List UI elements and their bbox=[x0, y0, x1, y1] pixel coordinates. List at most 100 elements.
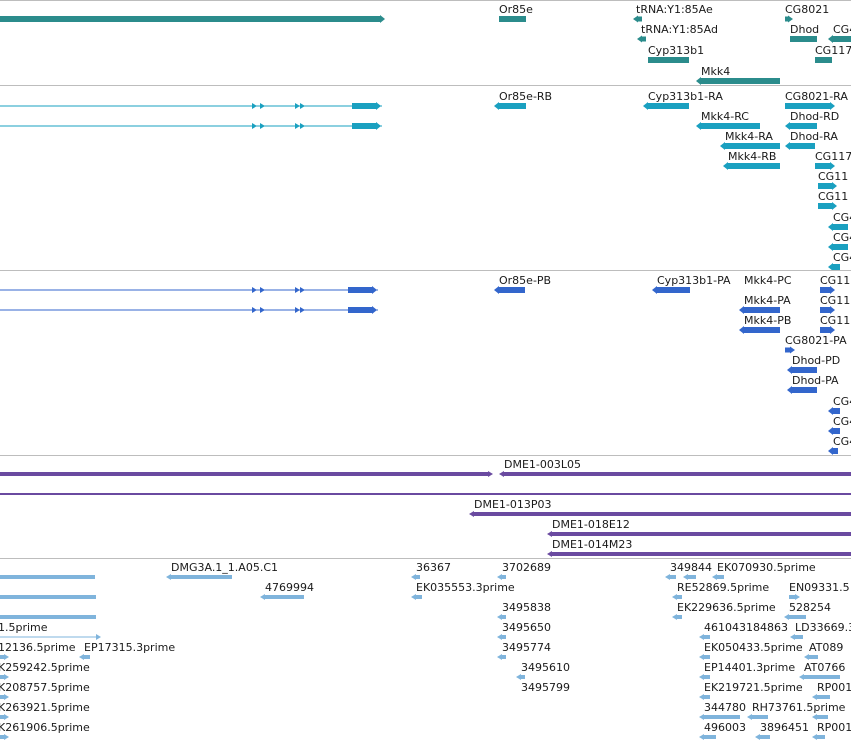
feature-glyph[interactable] bbox=[785, 142, 815, 150]
feature-glyph[interactable] bbox=[0, 102, 382, 110]
feature-label[interactable]: 4769994 bbox=[265, 581, 314, 594]
feature-glyph[interactable] bbox=[469, 511, 851, 517]
feature-label[interactable]: Cyp313b1-PA bbox=[657, 274, 731, 287]
feature-glyph[interactable] bbox=[789, 594, 800, 600]
feature-glyph[interactable] bbox=[0, 493, 851, 495]
feature-glyph[interactable] bbox=[785, 102, 835, 110]
feature-label[interactable]: CG4 bbox=[833, 435, 851, 448]
feature-glyph[interactable] bbox=[499, 471, 851, 477]
feature-glyph[interactable] bbox=[828, 243, 848, 251]
feature-label[interactable]: Mkk4-PA bbox=[744, 294, 791, 307]
feature-glyph[interactable] bbox=[699, 674, 710, 680]
genome-browser-viewport[interactable]: Or85e tRNA:Y1:85Ae CG8021 tRNA:Y1:85Ad Dhod C… bbox=[0, 0, 851, 743]
feature-glyph[interactable] bbox=[0, 694, 9, 700]
feature-label[interactable]: Mkk4-RC bbox=[701, 110, 749, 123]
feature-glyph[interactable] bbox=[739, 306, 780, 314]
feature-label[interactable]: Or85e-PB bbox=[499, 274, 551, 287]
feature-label[interactable]: Dhod-PD bbox=[792, 354, 840, 367]
feature-glyph[interactable] bbox=[818, 202, 837, 210]
feature-glyph[interactable] bbox=[723, 162, 780, 170]
feature-glyph[interactable] bbox=[815, 162, 835, 170]
feature-label[interactable]: 1.5prime bbox=[0, 621, 48, 634]
feature-label[interactable]: DME1-003L05 bbox=[504, 458, 581, 471]
feature-glyph[interactable] bbox=[79, 654, 90, 660]
feature-label[interactable]: RP001 bbox=[817, 681, 851, 694]
feature-glyph[interactable] bbox=[497, 634, 506, 640]
feature-label[interactable]: 3495610 bbox=[521, 661, 570, 674]
feature-label[interactable]: CG8021-RA bbox=[785, 90, 848, 103]
feature-glyph[interactable] bbox=[652, 286, 690, 294]
feature-glyph[interactable] bbox=[0, 306, 378, 314]
feature-label[interactable]: Or85e bbox=[499, 3, 533, 16]
feature-label[interactable]: 528254 bbox=[789, 601, 831, 614]
feature-glyph[interactable] bbox=[785, 15, 793, 23]
feature-glyph[interactable] bbox=[699, 714, 740, 720]
feature-label[interactable]: EN09331.5 bbox=[789, 581, 850, 594]
feature-glyph[interactable] bbox=[494, 286, 525, 294]
feature-label[interactable]: CG11 bbox=[820, 274, 850, 287]
feature-label[interactable]: EK070930.5prime bbox=[717, 561, 816, 574]
feature-glyph[interactable] bbox=[790, 634, 803, 640]
feature-label[interactable]: 3702689 bbox=[502, 561, 551, 574]
feature-glyph[interactable] bbox=[633, 15, 642, 23]
feature-glyph[interactable] bbox=[785, 122, 817, 130]
feature-label[interactable]: 36367 bbox=[416, 561, 451, 574]
feature-label[interactable]: 344780 bbox=[704, 701, 746, 714]
feature-label[interactable]: CG11 bbox=[820, 314, 850, 327]
feature-label[interactable]: Dhod-RD bbox=[790, 110, 839, 123]
feature-glyph[interactable] bbox=[0, 654, 9, 660]
feature-label[interactable]: CG4 bbox=[833, 251, 851, 264]
feature-glyph[interactable] bbox=[516, 674, 525, 680]
feature-glyph[interactable] bbox=[0, 714, 9, 720]
feature-glyph[interactable] bbox=[0, 15, 385, 23]
feature-label[interactable]: CG4 bbox=[833, 23, 851, 36]
feature-glyph[interactable] bbox=[497, 574, 506, 580]
feature-label[interactable]: EK050433.5prime bbox=[704, 641, 803, 654]
feature-glyph[interactable] bbox=[828, 447, 838, 455]
feature-glyph[interactable] bbox=[411, 594, 422, 600]
feature-label[interactable]: 496003 bbox=[704, 721, 746, 734]
feature-glyph[interactable] bbox=[828, 407, 840, 415]
feature-label[interactable]: RE52869.5prime bbox=[677, 581, 769, 594]
feature-label[interactable]: Dhod bbox=[790, 23, 819, 36]
feature-glyph[interactable] bbox=[672, 594, 682, 600]
feature-label[interactable]: CG4 bbox=[833, 415, 851, 428]
feature-glyph[interactable] bbox=[665, 574, 676, 580]
feature-label[interactable]: tRNA:Y1:85Ae bbox=[636, 3, 713, 16]
feature-label[interactable]: CG11 bbox=[818, 190, 848, 203]
feature-glyph[interactable] bbox=[260, 594, 304, 600]
feature-label[interactable]: K208757.5prime bbox=[0, 681, 90, 694]
feature-label[interactable]: Mkk4 bbox=[701, 65, 730, 78]
feature-glyph[interactable] bbox=[0, 574, 95, 580]
feature-label[interactable]: 461043184863 bbox=[704, 621, 788, 634]
feature-glyph[interactable] bbox=[812, 694, 830, 700]
feature-label[interactable]: Cyp313b1 bbox=[648, 44, 704, 57]
feature-glyph[interactable] bbox=[683, 574, 696, 580]
feature-label[interactable]: Dhod-RA bbox=[790, 130, 838, 143]
feature-label[interactable]: EK219721.5prime bbox=[704, 681, 803, 694]
feature-glyph[interactable] bbox=[699, 734, 716, 740]
feature-glyph[interactable] bbox=[799, 674, 840, 680]
feature-label[interactable]: 3495838 bbox=[502, 601, 551, 614]
feature-glyph[interactable] bbox=[747, 714, 768, 720]
feature-label[interactable]: AT0766 bbox=[804, 661, 845, 674]
feature-glyph[interactable] bbox=[804, 654, 818, 660]
feature-label[interactable]: CG4 bbox=[833, 395, 851, 408]
feature-glyph[interactable] bbox=[637, 35, 646, 43]
feature-glyph[interactable] bbox=[812, 734, 825, 740]
feature-glyph[interactable] bbox=[547, 531, 851, 537]
feature-glyph[interactable] bbox=[0, 734, 9, 740]
feature-label[interactable]: RH73761.5prime bbox=[752, 701, 845, 714]
feature-label[interactable]: K261906.5prime bbox=[0, 721, 90, 734]
feature-glyph[interactable] bbox=[166, 574, 232, 580]
feature-glyph[interactable] bbox=[0, 634, 101, 640]
feature-label[interactable]: Mkk4-PC bbox=[744, 274, 792, 287]
feature-label[interactable]: DMG3A.1_1.A05.C1 bbox=[171, 561, 278, 574]
feature-label[interactable]: CG117 bbox=[815, 150, 851, 163]
feature-label[interactable]: 3495650 bbox=[502, 621, 551, 634]
feature-glyph[interactable] bbox=[828, 35, 851, 43]
feature-label[interactable]: Dhod-PA bbox=[792, 374, 839, 387]
feature-label[interactable]: CG4 bbox=[833, 231, 851, 244]
feature-label[interactable]: 3896451 bbox=[760, 721, 809, 734]
feature-label[interactable]: AT089 bbox=[809, 641, 843, 654]
